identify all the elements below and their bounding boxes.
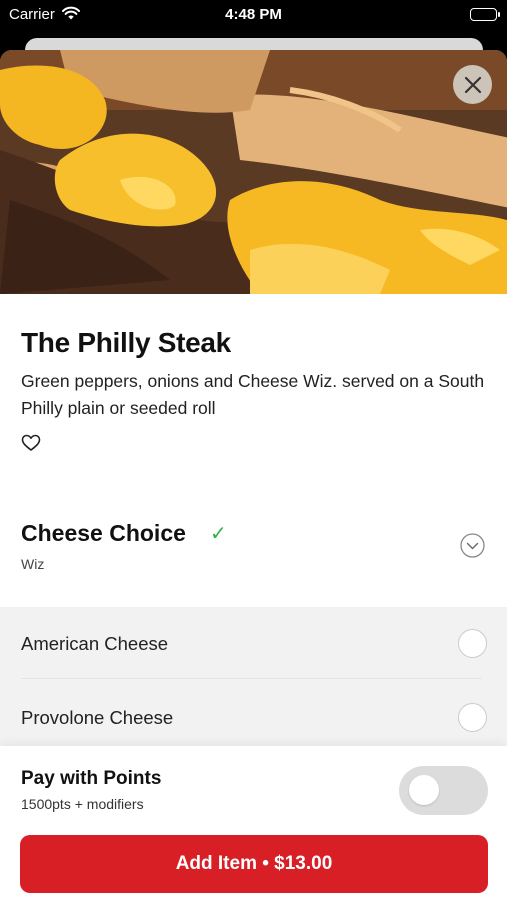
option-label: American Cheese xyxy=(21,633,169,654)
radio-button[interactable] xyxy=(458,703,487,732)
item-detail-sheet: The Philly Steak Green peppers, onions a… xyxy=(0,50,507,900)
close-icon xyxy=(464,76,481,93)
modifier-group-selection: Wiz xyxy=(21,556,45,572)
favorite-button[interactable] xyxy=(21,433,41,453)
close-button[interactable] xyxy=(453,65,492,104)
modifier-group-title: Cheese Choice xyxy=(21,520,186,546)
checkmark-icon: ✓ xyxy=(210,523,227,545)
option-american-cheese[interactable]: American Cheese xyxy=(0,607,507,679)
item-description: Green peppers, onions and Cheese Wiz. se… xyxy=(21,371,485,418)
divider xyxy=(21,678,482,679)
toggle-knob xyxy=(409,775,439,805)
option-label: Provolone Cheese xyxy=(21,707,174,728)
add-item-button[interactable]: Add Item • $13.00 xyxy=(20,835,488,893)
option-provolone-cheese[interactable]: Provolone Cheese xyxy=(0,681,507,753)
battery-icon xyxy=(470,8,500,21)
item-title: The Philly Steak xyxy=(21,327,231,358)
status-bar: Carrier 4:48 PM xyxy=(0,0,507,30)
modifier-options-list: American Cheese Provolone Cheese xyxy=(0,607,507,752)
item-photo xyxy=(0,50,507,294)
modifier-group-header[interactable]: Cheese Choice ✓ Wiz xyxy=(0,505,507,605)
checkout-footer: Pay with Points 1500pts + modifiers Add … xyxy=(0,746,507,900)
pay-with-points-toggle[interactable] xyxy=(399,766,488,815)
points-subtitle: 1500pts + modifiers xyxy=(21,796,144,812)
radio-button[interactable] xyxy=(458,629,487,658)
points-title: Pay with Points xyxy=(21,768,162,789)
clock: 4:48 PM xyxy=(225,6,282,23)
heart-icon xyxy=(21,434,41,451)
chevron-down-icon xyxy=(460,533,485,558)
